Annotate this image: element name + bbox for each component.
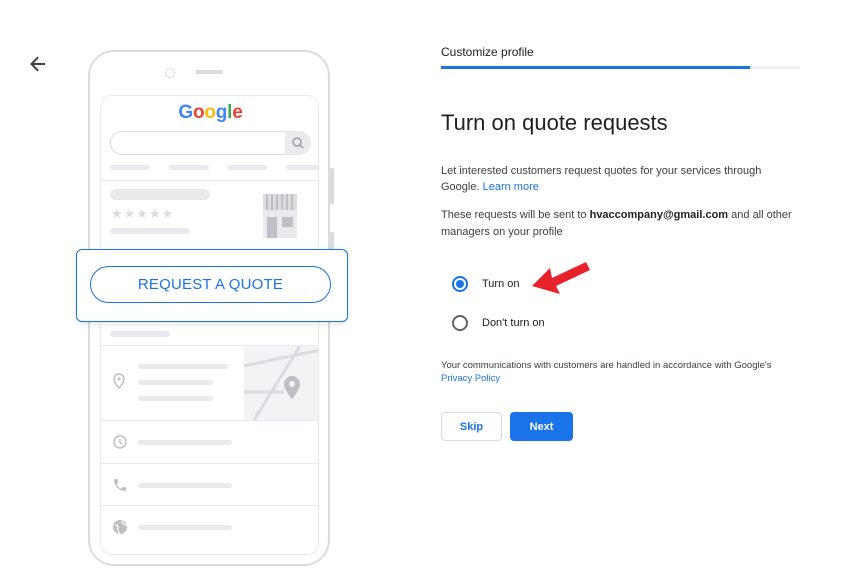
placeholder-line (138, 364, 228, 369)
next-button[interactable]: Next (510, 412, 573, 441)
option-turn-on[interactable]: Turn on (452, 276, 520, 292)
rating-stars: ★★★★★ (111, 206, 175, 221)
progress-bar (441, 66, 800, 69)
map-pin-icon (284, 376, 300, 399)
learn-more-link[interactable]: Learn more (483, 181, 539, 193)
placeholder-tab (286, 165, 318, 170)
placeholder-title (110, 189, 210, 200)
placeholder-line (138, 483, 232, 488)
progress-bar-fill (441, 66, 750, 69)
divider (101, 180, 318, 181)
phone-speaker (195, 70, 223, 74)
google-logo: Google (178, 102, 243, 123)
illustration-search-bar (110, 131, 311, 155)
request-quote-button: REQUEST A QUOTE (90, 266, 331, 303)
map-thumbnail (244, 346, 318, 420)
privacy-policy-link[interactable]: Privacy Policy (441, 373, 500, 384)
phone-camera (165, 68, 175, 78)
step-label: Customize profile (441, 45, 534, 59)
clock-icon (112, 434, 128, 455)
skip-button[interactable]: Skip (441, 412, 502, 441)
recipient-prefix: These requests will be sent to (441, 209, 587, 221)
option-label: Turn on (482, 278, 520, 290)
placeholder-line (138, 440, 232, 445)
radio-button[interactable] (452, 315, 468, 331)
placeholder-line (138, 396, 213, 401)
placeholder-line (110, 228, 190, 234)
placeholder-tab (110, 165, 150, 170)
placeholder-tab (227, 165, 267, 170)
placeholder-line (110, 331, 170, 337)
page-title: Turn on quote requests (441, 110, 668, 135)
divider (101, 505, 318, 506)
phone-screen: Google ★★★★★ (100, 95, 319, 555)
request-quote-card: REQUEST A QUOTE (76, 249, 348, 322)
recipient-text: These requests will be sent to hvaccompa… (441, 207, 801, 241)
search-icon (285, 131, 311, 155)
divider (101, 420, 318, 421)
location-pin-icon (113, 373, 125, 394)
option-dont-turn-on[interactable]: Don't turn on (452, 315, 545, 331)
placeholder-line (138, 525, 232, 530)
privacy-notice: Your communications with customers are h… (441, 359, 801, 385)
divider (101, 463, 318, 464)
radio-button-selected[interactable] (452, 276, 468, 292)
placeholder-tab (169, 165, 209, 170)
phone-icon (112, 477, 128, 498)
annotation-arrow-icon (528, 256, 592, 298)
back-arrow-icon[interactable] (26, 52, 50, 76)
recipient-email: hvaccompany@gmail.com (589, 209, 729, 221)
option-label: Don't turn on (482, 317, 545, 329)
placeholder-line (138, 380, 213, 385)
storefront-icon (261, 190, 299, 243)
globe-icon (112, 519, 128, 540)
privacy-notice-text: Your communications with customers are h… (441, 360, 772, 371)
phone-side-button (330, 168, 334, 204)
description-text: Let interested customers request quotes … (441, 163, 801, 195)
